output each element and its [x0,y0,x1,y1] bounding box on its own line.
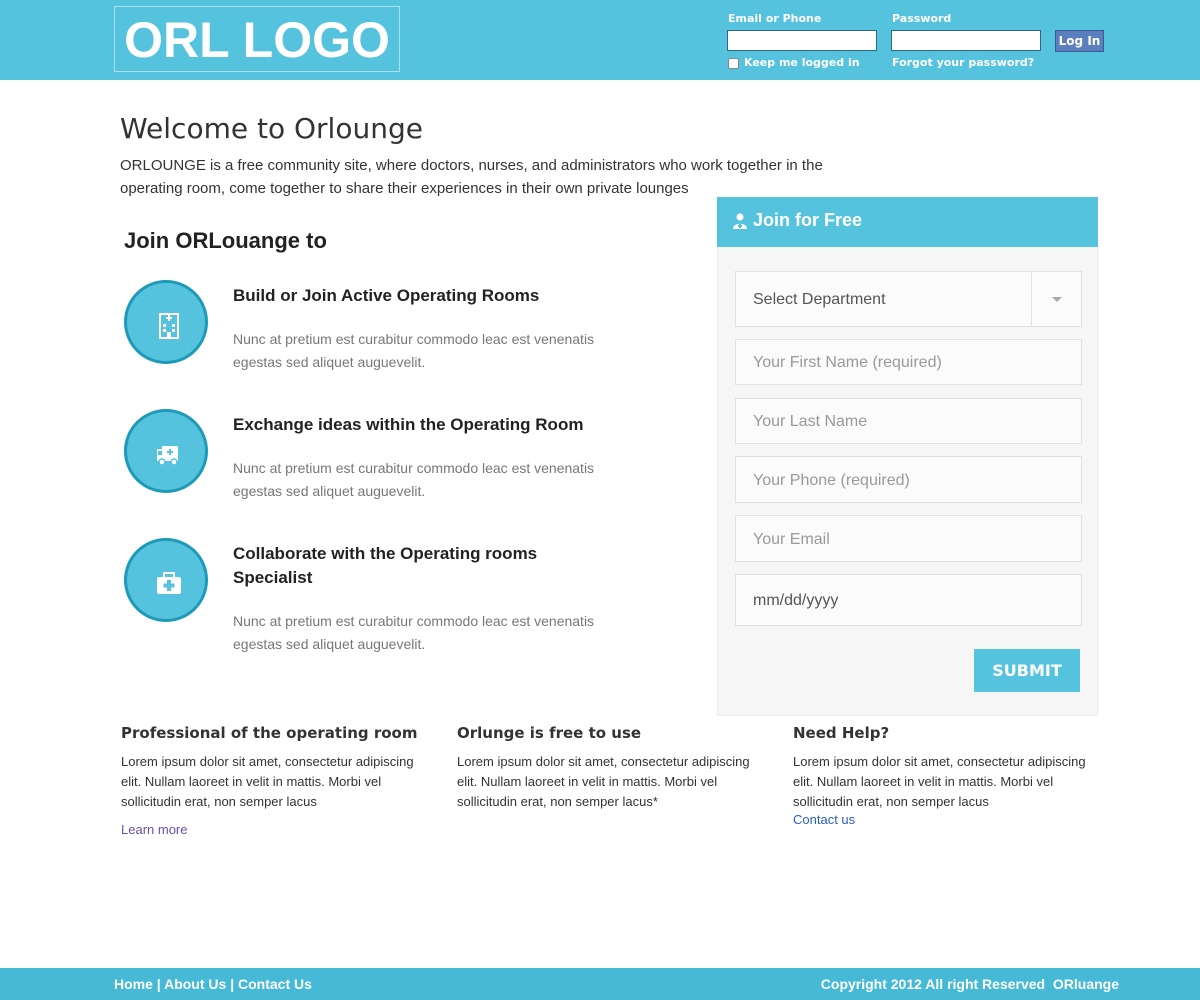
keep-logged-label[interactable]: Keep me logged in [744,56,860,69]
keep-logged-checkbox[interactable] [728,58,739,69]
feature-2-title: Exchange ideas within the Operating Room [233,415,584,434]
top-bar: ORL LOGO Email or Phone Password Log In … [0,0,1200,80]
feature-1-desc: Nunc at pretium est curabitur commodo le… [233,331,595,370]
chevron-down-icon[interactable] [1031,272,1081,326]
column-professional: Professional of the operating room Lorem… [121,722,427,837]
footer-about-link[interactable]: About Us [164,976,226,992]
last-name-field[interactable]: Your Last Name [735,398,1082,444]
email-input[interactable] [727,30,877,51]
department-select-value: Select Department [753,291,886,308]
feature-3-title: Collaborate with the Operating rooms Spe… [233,544,538,587]
column-help: Need Help? Lorem ipsum dolor sit amet, c… [793,722,1099,827]
footer-separator: | [230,976,235,992]
column-title: Orlunge is free to use [457,724,642,742]
join-form-header: Join for Free [717,197,1098,247]
feature-3-desc: Nunc at pretium est curabitur commodo le… [233,613,595,652]
contact-us-link[interactable]: Contact us [793,812,1099,827]
hospital-building-icon [124,280,208,364]
submit-button[interactable]: SUBMIT [974,649,1080,692]
column-title: Professional of the operating room [121,724,418,742]
feature-2-desc: Nunc at pretium est curabitur commodo le… [233,460,595,499]
footer: Home | About Us | Contact Us Copyright 2… [0,968,1200,1000]
footer-home-link[interactable]: Home [114,976,153,992]
join-form-title: Join for Free [753,210,863,230]
email-field[interactable]: Your Email [735,515,1082,562]
password-input[interactable] [891,30,1041,51]
footer-links: Home | About Us | Contact Us [114,976,312,992]
footer-separator: | [156,976,161,992]
date-field[interactable]: mm/dd/yyyy [735,574,1082,626]
column-text: Lorem ipsum dolor sit amet, consectetur … [457,754,750,809]
user-doctor-icon [733,213,747,229]
column-text: Lorem ipsum dolor sit amet, consectetur … [793,754,1086,809]
copyright-text: Copyright 2012 All right Reserved ORluan… [820,976,1119,992]
department-select[interactable]: Select Department [735,271,1082,327]
column-free: Orlunge is free to use Lorem ipsum dolor… [457,722,763,812]
features-heading: Join ORLouange to [124,228,327,253]
medkit-icon [124,538,208,622]
site-logo[interactable]: ORL LOGO [114,6,400,72]
column-title: Need Help? [793,724,890,742]
ambulance-icon [124,409,208,493]
feature-1-title: Build or Join Active Operating Rooms [233,286,540,305]
first-name-field[interactable]: Your First Name (required) [735,339,1082,385]
page-title: Welcome to Orlounge [120,112,423,145]
email-label: Email or Phone [728,12,822,25]
footer-contact-link[interactable]: Contact Us [238,976,312,992]
login-button[interactable]: Log In [1055,30,1104,52]
intro-text: ORLOUNGE is a free community site, where… [120,157,823,197]
forgot-password-link[interactable]: Forgot your password? [892,56,1034,69]
password-label: Password [892,12,952,25]
phone-field[interactable]: Your Phone (required) [735,456,1082,503]
learn-more-link[interactable]: Learn more [121,822,427,837]
column-text: Lorem ipsum dolor sit amet, consectetur … [121,754,414,809]
